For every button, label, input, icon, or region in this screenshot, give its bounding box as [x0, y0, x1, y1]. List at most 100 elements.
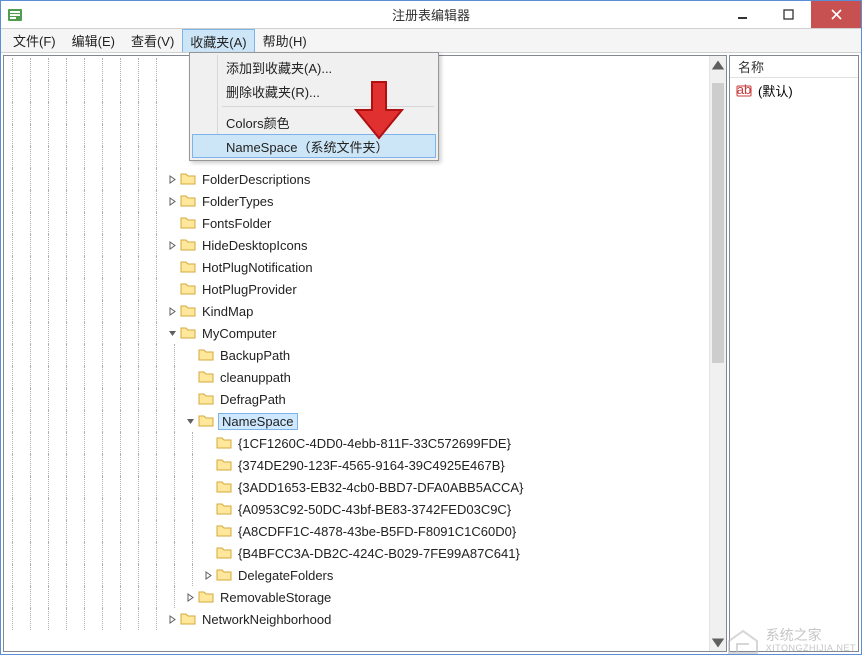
tree-label[interactable]: BackupPath — [218, 348, 292, 363]
vertical-scrollbar[interactable] — [709, 56, 726, 651]
chevron-right-icon[interactable] — [166, 613, 178, 625]
folder-icon — [216, 435, 232, 451]
dd-fav-namespace[interactable]: NameSpace（系统文件夹） — [192, 134, 436, 158]
value-name: (默认) — [758, 81, 793, 100]
folder-icon — [198, 391, 214, 407]
chevron-down-icon[interactable] — [166, 327, 178, 339]
folder-icon — [180, 193, 196, 209]
chevron-down-icon[interactable] — [184, 415, 196, 427]
titlebar: 注册表编辑器 — [1, 1, 861, 29]
chevron-right-icon[interactable] — [166, 305, 178, 317]
tree-row[interactable]: BackupPath — [4, 344, 726, 366]
tree-label[interactable]: FontsFolder — [200, 216, 273, 231]
expander-none — [202, 481, 214, 493]
folder-icon — [216, 479, 232, 495]
tree-label[interactable]: MyComputer — [200, 326, 278, 341]
tree-label[interactable]: NameSpace — [218, 413, 298, 430]
tree-label[interactable]: {374DE290-123F-4565-9164-39C4925E467B} — [236, 458, 507, 473]
tree-label[interactable]: KindMap — [200, 304, 255, 319]
expander-none — [202, 547, 214, 559]
minimize-button[interactable] — [719, 1, 765, 28]
tree-label[interactable]: FolderDescriptions — [200, 172, 312, 187]
tree-row[interactable]: NetworkNeighborhood — [4, 608, 726, 630]
tree-label[interactable]: {A0953C92-50DC-43bf-BE83-3742FED03C9C} — [236, 502, 513, 517]
svg-text:ab: ab — [737, 83, 751, 97]
window-controls — [719, 1, 861, 28]
tree-label[interactable]: FolderTypes — [200, 194, 276, 209]
tree-row[interactable]: RemovableStorage — [4, 586, 726, 608]
folder-icon — [180, 281, 196, 297]
tree-label[interactable]: {B4BFCC3A-DB2C-424C-B029-7FE99A87C641} — [236, 546, 522, 561]
tree-label[interactable]: {3ADD1653-EB32-4cb0-BBD7-DFA0ABB5ACCA} — [236, 480, 525, 495]
chevron-right-icon[interactable] — [166, 195, 178, 207]
chevron-right-icon[interactable] — [166, 173, 178, 185]
expander-none — [202, 503, 214, 515]
tree-row[interactable]: FontsFolder — [4, 212, 726, 234]
dd-remove-favorite[interactable]: 删除收藏夹(R)... — [192, 79, 436, 103]
tree-label[interactable]: DefragPath — [218, 392, 288, 407]
chevron-right-icon[interactable] — [184, 591, 196, 603]
folder-icon — [216, 545, 232, 561]
values-pane: 名称 ab (默认) — [729, 55, 859, 652]
folder-icon — [180, 259, 196, 275]
tree-label[interactable]: cleanuppath — [218, 370, 293, 385]
tree-row[interactable]: HotPlugProvider — [4, 278, 726, 300]
value-row-default[interactable]: ab (默认) — [730, 78, 858, 103]
tree-row[interactable]: FolderTypes — [4, 190, 726, 212]
string-value-icon: ab — [736, 83, 752, 99]
scroll-thumb[interactable] — [712, 83, 724, 363]
scroll-down-button[interactable] — [710, 634, 726, 651]
dd-add-favorite[interactable]: 添加到收藏夹(A)... — [192, 55, 436, 79]
tree-row[interactable]: MyComputer — [4, 322, 726, 344]
tree-row[interactable]: {A0953C92-50DC-43bf-BE83-3742FED03C9C} — [4, 498, 726, 520]
folder-icon — [216, 501, 232, 517]
menu-view[interactable]: 查看(V) — [123, 29, 182, 52]
folder-icon — [198, 369, 214, 385]
close-button[interactable] — [811, 1, 861, 28]
expander-none — [166, 217, 178, 229]
tree-row[interactable]: {3ADD1653-EB32-4cb0-BBD7-DFA0ABB5ACCA} — [4, 476, 726, 498]
folder-icon — [198, 347, 214, 363]
dropdown-separator — [222, 106, 434, 107]
tree-row[interactable]: DelegateFolders — [4, 564, 726, 586]
expander-none — [184, 393, 196, 405]
tree-label[interactable]: HideDesktopIcons — [200, 238, 310, 253]
tree-row[interactable]: {1CF1260C-4DD0-4ebb-811F-33C572699FDE} — [4, 432, 726, 454]
maximize-button[interactable] — [765, 1, 811, 28]
menu-help[interactable]: 帮助(H) — [255, 29, 315, 52]
tree-row[interactable]: KindMap — [4, 300, 726, 322]
tree-label[interactable]: {1CF1260C-4DD0-4ebb-811F-33C572699FDE} — [236, 436, 513, 451]
tree-label[interactable]: HotPlugNotification — [200, 260, 315, 275]
tree-row[interactable]: cleanuppath — [4, 366, 726, 388]
menu-edit[interactable]: 编辑(E) — [64, 29, 123, 52]
chevron-right-icon[interactable] — [202, 569, 214, 581]
tree-label[interactable]: {A8CDFF1C-4878-43be-B5FD-F8091C1C60D0} — [236, 524, 518, 539]
tree-row[interactable]: {A8CDFF1C-4878-43be-B5FD-F8091C1C60D0} — [4, 520, 726, 542]
tree-row[interactable]: HideDesktopIcons — [4, 234, 726, 256]
folder-icon — [216, 457, 232, 473]
expander-none — [202, 437, 214, 449]
tree-label[interactable]: NetworkNeighborhood — [200, 612, 333, 627]
folder-icon — [180, 171, 196, 187]
expander-none — [166, 283, 178, 295]
tree-row[interactable]: HotPlugNotification — [4, 256, 726, 278]
dd-fav-colors[interactable]: Colors颜色 — [192, 110, 436, 134]
scroll-up-button[interactable] — [710, 56, 726, 73]
folder-icon — [216, 567, 232, 583]
tree-label[interactable]: RemovableStorage — [218, 590, 333, 605]
menubar: 文件(F) 编辑(E) 查看(V) 收藏夹(A) 帮助(H) — [1, 29, 861, 53]
tree-row[interactable]: NameSpace — [4, 410, 726, 432]
folder-icon — [180, 303, 196, 319]
tree-row[interactable]: DefragPath — [4, 388, 726, 410]
tree-label[interactable]: HotPlugProvider — [200, 282, 299, 297]
menu-favorites[interactable]: 收藏夹(A) — [182, 29, 254, 52]
tree-row[interactable]: {374DE290-123F-4565-9164-39C4925E467B} — [4, 454, 726, 476]
scroll-track[interactable] — [710, 73, 726, 634]
tree-row[interactable]: {B4BFCC3A-DB2C-424C-B029-7FE99A87C641} — [4, 542, 726, 564]
values-header-name[interactable]: 名称 — [730, 56, 858, 78]
menu-file[interactable]: 文件(F) — [5, 29, 64, 52]
tree-label[interactable]: DelegateFolders — [236, 568, 335, 583]
folder-icon — [180, 237, 196, 253]
chevron-right-icon[interactable] — [166, 239, 178, 251]
tree-row[interactable]: FolderDescriptions — [4, 168, 726, 190]
